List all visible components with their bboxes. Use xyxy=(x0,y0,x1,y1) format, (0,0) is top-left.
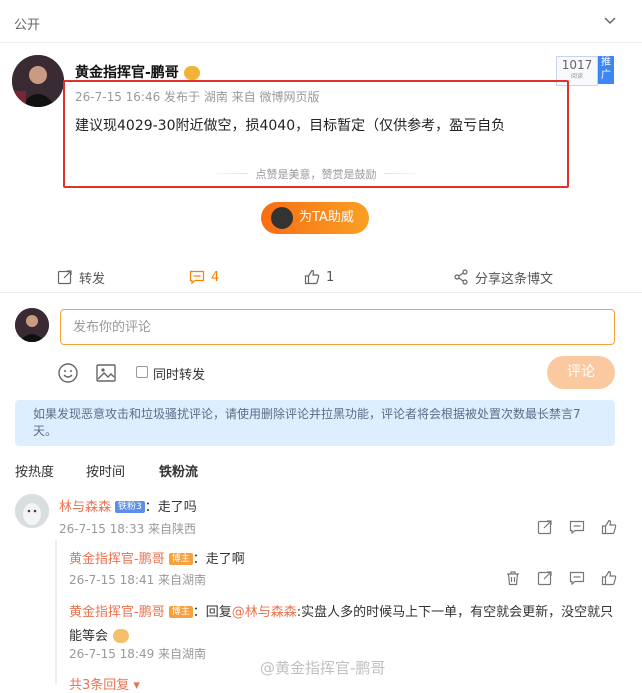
reply-text-cont: 能等会 xyxy=(69,629,109,644)
comment-icon[interactable] xyxy=(569,570,585,586)
also-forward-checkbox[interactable] xyxy=(136,366,148,378)
reply-user[interactable]: 黄金指挥官-鹏哥 xyxy=(69,605,165,620)
reply-user[interactable]: 黄金指挥官-鹏哥 xyxy=(69,552,165,567)
reply-item: 黄金指挥官-鹏哥 博主 ：走了啊 xyxy=(69,548,245,567)
forward-icon xyxy=(57,270,72,285)
thumbs-up-icon xyxy=(304,269,320,285)
share-button[interactable]: 分享这条博文 xyxy=(453,268,553,287)
support-avatar xyxy=(271,207,293,229)
reply-time: 26-7-15 18:41 来自湖南 xyxy=(69,573,207,587)
author-avatar[interactable] xyxy=(12,55,64,107)
comment-input-box[interactable] xyxy=(60,309,615,345)
my-avatar[interactable] xyxy=(15,308,49,342)
share-icon xyxy=(454,269,468,285)
promote-tag[interactable]: 推广 xyxy=(598,56,614,84)
emoji-picker-icon[interactable] xyxy=(57,362,79,384)
reply-time: 26-7-15 18:49 来自湖南 xyxy=(69,647,207,661)
chevron-down-icon[interactable] xyxy=(604,14,616,26)
sort-tab-fans[interactable]: 铁粉流 xyxy=(159,461,198,480)
visibility-label: 公开 xyxy=(14,18,41,33)
forward-button[interactable]: 转发 xyxy=(57,268,105,287)
mention-link[interactable]: @林与森森 xyxy=(232,605,297,620)
reply-thread-line xyxy=(55,540,57,685)
visibility-bar[interactable]: 公开 xyxy=(0,0,642,43)
support-button[interactable]: 为TA助威 xyxy=(261,202,369,234)
forward-icon[interactable] xyxy=(537,519,553,535)
comment-icon xyxy=(189,270,205,285)
also-forward-label: 同时转发 xyxy=(153,368,206,383)
author-name[interactable]: 黄金指挥官-鹏哥 xyxy=(75,62,200,82)
like-button[interactable]: 1 xyxy=(304,268,334,286)
post-actions: 转发 4 1 分享这条博文 xyxy=(0,262,642,293)
commenter-avatar[interactable] xyxy=(15,494,49,528)
forward-icon[interactable] xyxy=(537,570,553,586)
author-tag: 博主 xyxy=(168,605,193,618)
sort-tab-time[interactable]: 按时间 xyxy=(86,461,125,480)
more-replies-link[interactable]: 共3条回复 ▾ xyxy=(69,674,140,693)
thumbs-up-icon[interactable] xyxy=(601,570,617,586)
submit-comment-button[interactable]: 评论 xyxy=(547,356,615,389)
reply-item: 黄金指挥官-鹏哥 博主 ：回复@林与森森:实盘人多的时候马上下一单，有空就会更新，没… xyxy=(69,600,621,648)
comment-item: 林与森森 铁粉3 ：走了吗 xyxy=(59,496,197,515)
comment-text: ：走了吗 xyxy=(144,500,197,515)
handshake-emoji-icon xyxy=(113,628,130,643)
reply-text: ：走了啊 xyxy=(192,552,245,567)
moderation-notice: 如果发现恶意攻击和垃圾骚扰评论，请使用删除评论并拉黑功能，评论者将会根据被处置次… xyxy=(15,400,615,446)
reply-text: :实盘人多的时候马上下一单，有空就会更新，没空就只 xyxy=(296,605,614,620)
comment-button[interactable]: 4 xyxy=(189,268,219,286)
emoji-icon xyxy=(183,66,200,80)
thumbs-up-icon[interactable] xyxy=(601,519,617,535)
post-meta: 26-7-15 16:46 发布于 湖南 来自 微博网页版 xyxy=(75,90,320,104)
comment-icon[interactable] xyxy=(569,519,585,535)
reply-prefix: ：回复 xyxy=(192,605,232,620)
fan-tag: 铁粉3 xyxy=(115,500,145,513)
like-hint: 点赞是美意，赞赏是鼓励 xyxy=(210,166,422,181)
sort-tab-hot[interactable]: 按热度 xyxy=(15,461,54,480)
image-upload-icon[interactable] xyxy=(95,362,117,384)
post-text: 建议现4029-30附近做空，损4040，目标暂定（仅供参考，盈亏自负 xyxy=(75,118,506,134)
author-tag: 博主 xyxy=(168,552,193,565)
comment-input[interactable] xyxy=(71,310,595,344)
delete-icon[interactable] xyxy=(505,570,521,586)
comment-time: 26-7-15 18:33 来自陕西 xyxy=(59,522,197,536)
watermark: @黄金指挥官-鹏哥 xyxy=(260,659,386,677)
comment-user[interactable]: 林与森森 xyxy=(59,500,111,515)
